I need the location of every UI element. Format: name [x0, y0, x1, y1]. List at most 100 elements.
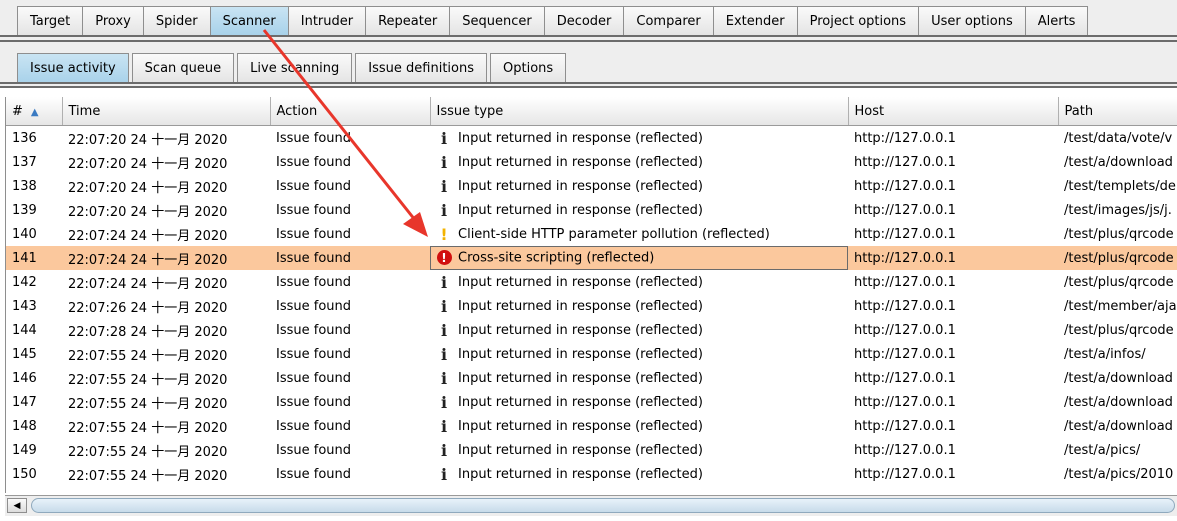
cell-time: 22:07:24 24 十一月 2020 — [62, 246, 270, 270]
tab-repeater[interactable]: Repeater — [366, 6, 451, 35]
cell-host: http://127.0.0.1 — [848, 246, 1058, 270]
cell-time: 22:07:20 24 十一月 2020 — [68, 156, 228, 172]
issue-type-label: Input returned in response (reflected) — [458, 466, 703, 482]
cell-host: http://127.0.0.1 — [854, 394, 956, 410]
tab-extender[interactable]: Extender — [713, 6, 798, 35]
issue-type-label: Input returned in response (reflected) — [458, 370, 703, 386]
issue-type-label: Input returned in response (reflected) — [458, 418, 703, 434]
subtab-issue-definitions[interactable]: Issue definitions — [355, 53, 488, 83]
table-row[interactable]: 138 22:07:20 24 十一月 2020 Issue found i Input… — [6, 174, 1177, 198]
table-row[interactable]: 146 22:07:55 24 十一月 2020 Issue found i Input… — [6, 366, 1177, 390]
table-row[interactable]: 137 22:07:20 24 十一月 2020 Issue found i Input… — [6, 150, 1177, 174]
cell-issue-type: i Input returned in response (reflected) — [430, 462, 848, 486]
table-row[interactable]: 140 22:07:24 24 十一月 2020 Issue found! Clien… — [6, 222, 1177, 246]
subtab-live-scanning[interactable]: Live scanning — [237, 53, 353, 83]
cell-action: Issue found — [276, 154, 352, 170]
cell-action: Issue found — [276, 298, 352, 314]
tab-alerts[interactable]: Alerts — [1025, 6, 1089, 35]
cell-host: http://127.0.0.1 — [854, 322, 956, 338]
cell-time: 22:07:28 24 十一月 2020 — [68, 324, 228, 340]
info-icon: i — [440, 152, 448, 172]
cell-action: Issue found — [276, 370, 352, 386]
tab-comparer[interactable]: Comparer — [624, 6, 714, 35]
issue-type-label: Input returned in response (reflected) — [458, 394, 703, 410]
cell-number: 149 — [12, 442, 37, 458]
column-header-label: # — [12, 103, 23, 119]
tab-project-options[interactable]: Project options — [797, 6, 920, 35]
cell-issue-type: i Input returned in response (reflected) — [430, 342, 848, 366]
table-row[interactable]: 142 22:07:24 24 十一月 2020 Issue found i Input… — [6, 270, 1177, 294]
table-row[interactable]: 150 22:07:55 24 十一月 2020 Issue found i Input… — [6, 462, 1177, 486]
table-row[interactable]: 141 22:07:24 24 十一月 2020 Issue found! Cross… — [6, 246, 1177, 270]
cell-time: 22:07:20 24 十一月 2020 — [68, 132, 228, 148]
column-header-path[interactable]: Path — [1058, 97, 1177, 126]
table-row[interactable]: 139 22:07:20 24 十一月 2020 Issue found i Input… — [6, 198, 1177, 222]
info-icon: i — [440, 320, 448, 340]
table-row[interactable]: 148 22:07:55 24 十一月 2020 Issue found i Input… — [6, 414, 1177, 438]
cell-path: /test/plus/qrcode — [1064, 226, 1174, 242]
cell-path: /test/a/download — [1064, 418, 1173, 434]
tab-decoder[interactable]: Decoder — [544, 6, 625, 35]
cell-number: 143 — [12, 298, 37, 314]
tab-scanner[interactable]: Scanner — [210, 6, 289, 35]
column-header-host[interactable]: Host — [848, 97, 1059, 126]
cell-action: Issue found — [276, 202, 352, 218]
cell-number: 139 — [12, 202, 37, 218]
subtab-options[interactable]: Options — [490, 53, 567, 83]
column-header-issue-type[interactable]: Issue type — [430, 97, 849, 126]
cell-action: Issue found — [276, 130, 352, 146]
cell-action: Issue found — [276, 442, 352, 458]
info-icon: i — [440, 128, 448, 148]
subtab-scan-queue[interactable]: Scan queue — [131, 53, 235, 83]
tab-user-options[interactable]: User options — [919, 6, 1026, 35]
info-icon: i — [440, 200, 448, 220]
cell-action: Issue found — [276, 178, 352, 194]
table-row[interactable]: 144 22:07:28 24 十一月 2020 Issue found i Input… — [6, 318, 1177, 342]
column-header-number[interactable]: # ▲ — [6, 97, 63, 126]
table-row[interactable]: 143 22:07:26 24 十一月 2020 Issue found i Input… — [6, 294, 1177, 318]
info-icon: i — [440, 416, 448, 436]
issue-type-label: Input returned in response (reflected) — [458, 322, 703, 338]
scrollbar-thumb[interactable] — [31, 498, 1175, 513]
cell-action: Issue found — [276, 322, 352, 338]
table-row[interactable]: 147 22:07:55 24 十一月 2020 Issue found i Input… — [6, 390, 1177, 414]
cell-issue-type: i Input returned in response (reflected) — [430, 294, 848, 318]
cell-issue-type: i Input returned in response (reflected) — [430, 126, 848, 151]
table-row[interactable]: 149 22:07:55 24 十一月 2020 Issue found i Input… — [6, 438, 1177, 462]
cell-time: 22:07:55 24 十一月 2020 — [68, 372, 228, 388]
tab-spider[interactable]: Spider — [143, 6, 211, 35]
tab-target[interactable]: Target — [17, 6, 84, 35]
cell-host: http://127.0.0.1 — [854, 442, 956, 458]
table-row[interactable]: 136 22:07:20 24 十一月 2020 Issue found i Input… — [6, 126, 1177, 151]
cell-issue-type: ! Client-side HTTP parameter pollution (r… — [430, 222, 848, 246]
column-header-time[interactable]: Time — [62, 97, 271, 126]
cell-action: Issue found — [276, 226, 352, 242]
cell-issue-type: i Input returned in response (reflected) — [430, 366, 848, 390]
cell-path: /test/a/download — [1064, 370, 1173, 386]
main-tab-row: Target Proxy Spider Scanner Intruder Repeater… — [17, 6, 1089, 35]
cell-issue-type: i Input returned in response (reflected) — [430, 414, 848, 438]
cell-action: Issue found — [276, 394, 352, 410]
scroll-left-button[interactable]: ◀ — [7, 498, 27, 513]
table-row[interactable]: 145 22:07:55 24 十一月 2020 Issue found i Input… — [6, 342, 1177, 366]
cell-time: 22:07:20 24 十一月 2020 — [68, 204, 228, 220]
issue-type-label: Input returned in response (reflected) — [458, 298, 703, 314]
issue-type-label: Input returned in response (reflected) — [458, 346, 703, 362]
cell-time: 22:07:26 24 十一月 2020 — [68, 300, 228, 316]
tab-intruder[interactable]: Intruder — [288, 6, 367, 35]
tab-divider — [0, 82, 1177, 84]
horizontal-scrollbar[interactable]: ◀ — [5, 495, 1177, 516]
cell-issue-type: ! Cross-site scripting (reflected) — [430, 246, 848, 270]
cell-number: 146 — [12, 370, 37, 386]
cell-host: http://127.0.0.1 — [854, 370, 956, 386]
cell-number: 141 — [6, 246, 62, 270]
cell-time: 22:07:20 24 十一月 2020 — [68, 180, 228, 196]
tab-proxy[interactable]: Proxy — [83, 6, 144, 35]
column-header-action[interactable]: Action — [270, 97, 431, 126]
cell-host: http://127.0.0.1 — [854, 466, 956, 482]
subtab-issue-activity[interactable]: Issue activity — [17, 53, 129, 83]
sub-tab-row: Issue activity Scan queue Live scanning Iss… — [17, 53, 569, 83]
info-icon: i — [440, 368, 448, 388]
tab-sequencer[interactable]: Sequencer — [450, 6, 545, 35]
cell-number: 144 — [12, 322, 37, 338]
